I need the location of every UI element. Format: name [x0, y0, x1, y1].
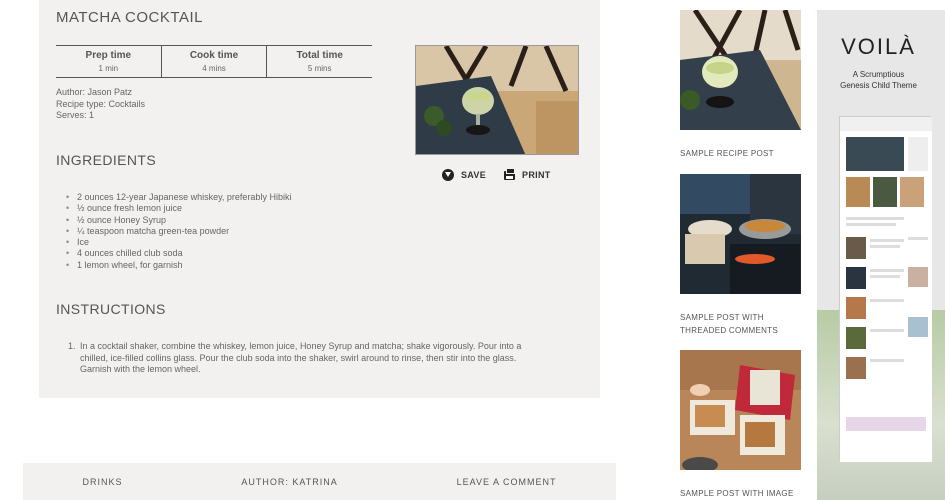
prep-time: Prep time 1 min: [56, 46, 161, 77]
ad-theme-preview: [839, 116, 932, 462]
sidebar-post-thumbnail[interactable]: [680, 174, 801, 294]
print-button[interactable]: PRINT: [504, 167, 551, 180]
prep-time-label: Prep time: [85, 50, 132, 61]
recipe-photo: [415, 45, 579, 155]
ingredient-item: ½ ounce Honey Syrup: [66, 215, 291, 227]
post-meta-bar: DRINKS AUTHOR: KATRINA LEAVE A COMMENT: [23, 463, 616, 500]
sandwich-thumbnail: [680, 350, 801, 470]
instruction-number: 1.: [68, 341, 76, 351]
print-label: PRINT: [522, 170, 551, 180]
sidebar-post-thumbnail[interactable]: [680, 350, 801, 470]
ad-subtitle-line: Genesis Child Theme: [840, 81, 917, 90]
save-label: SAVE: [461, 170, 487, 180]
total-time-value: 5 mins: [307, 64, 332, 73]
recipe-type: Recipe type: Cocktails: [56, 98, 146, 109]
category-link[interactable]: DRINKS: [82, 477, 122, 487]
ingredient-item: 1 lemon wheel, for garnish: [66, 260, 291, 272]
ingredient-item: Ice: [66, 237, 291, 249]
author-link[interactable]: AUTHOR: KATRINA: [241, 477, 337, 487]
save-button[interactable]: SAVE: [442, 169, 486, 181]
cook-time-value: 4 mins: [202, 64, 226, 73]
ingredients-list: 2 ounces 12-year Japanese whiskey, prefe…: [66, 192, 291, 272]
ingredient-item: 4 ounces chilled club soda: [66, 248, 291, 260]
recipe-title: MATCHA COCKTAIL: [56, 9, 203, 26]
ingredient-item: ¼ teaspoon matcha green-tea powder: [66, 226, 291, 238]
total-time: Total time 5 mins: [266, 46, 372, 77]
instructions-list: 1. In a cocktail shaker, combine the whi…: [68, 341, 575, 376]
theme-preview-image: [840, 117, 932, 462]
instruction-line: In a cocktail shaker, combine the whiske…: [80, 341, 522, 351]
ingredients-heading: INGREDIENTS: [56, 152, 157, 168]
recipe-actions: SAVE PRINT: [442, 167, 551, 181]
ad-subtitle-line: A Scrumptious: [852, 70, 905, 79]
sidebar-post-title[interactable]: SAMPLE RECIPE POST: [680, 148, 810, 161]
recipe-times: Prep time 1 min Cook time 4 mins Total t…: [56, 45, 372, 78]
recipe-serves: Serves: 1: [56, 110, 95, 120]
kitchen-thumbnail: [680, 174, 801, 294]
ad-subtitle: A Scrumptious Genesis Child Theme: [817, 69, 940, 91]
theme-ad-banner[interactable]: VOILÀ A Scrumptious Genesis Child Theme: [817, 10, 945, 500]
cook-time: Cook time 4 mins: [160, 46, 267, 77]
sidebar-post-thumbnail[interactable]: [680, 10, 801, 130]
instructions-heading: INSTRUCTIONS: [56, 301, 166, 317]
sidebar-post-title[interactable]: SAMPLE POST WITH THREADED COMMENTS: [680, 312, 810, 337]
ingredient-item: 2 ounces 12-year Japanese whiskey, prefe…: [66, 192, 291, 204]
instruction-line: chilled, ice-filled collins glass. Pour …: [80, 352, 517, 363]
ad-title: VOILÀ: [841, 34, 916, 59]
recipe-meta: Author: Jason Patz Recipe type: Cocktail…: [56, 87, 145, 122]
ingredient-item: ½ ounce fresh lemon juice: [66, 203, 291, 215]
cocktail-thumbnail: [680, 10, 801, 130]
total-time-label: Total time: [296, 50, 343, 61]
cocktail-image: [416, 46, 578, 154]
leave-comment-link[interactable]: LEAVE A COMMENT: [457, 477, 557, 487]
recipe-card: MATCHA COCKTAIL Prep time 1 min Cook tim…: [39, 0, 600, 398]
download-icon: [442, 169, 454, 181]
cook-time-label: Cook time: [189, 50, 239, 61]
instruction-line: Garnish with the lemon wheel.: [80, 364, 201, 374]
recipe-author: Author: Jason Patz: [56, 87, 133, 97]
printer-icon: [504, 167, 516, 180]
sidebar-post-title[interactable]: SAMPLE POST WITH IMAGE: [680, 488, 810, 500]
prep-time-value: 1 min: [98, 64, 119, 73]
